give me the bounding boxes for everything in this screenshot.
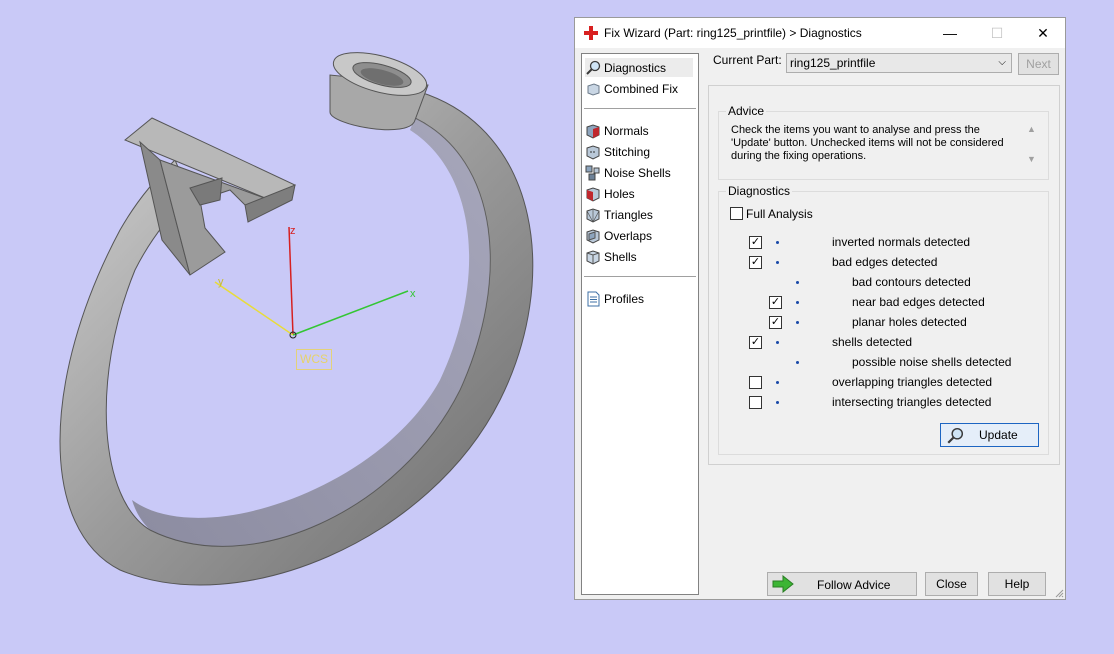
nav-item-combined-fix[interactable]: Combined Fix [585, 79, 693, 98]
follow-advice-label: Follow Advice [817, 578, 891, 592]
axis-y-label: y [218, 276, 224, 288]
advice-group: Advice Check the items you want to analy… [718, 104, 1049, 180]
scroll-down-icon[interactable]: ▼ [1025, 154, 1038, 164]
3d-viewport[interactable]: z y x WCS [0, 0, 570, 654]
nav-item-triangles[interactable]: Triangles [585, 205, 693, 224]
nav-label: Stitching [604, 144, 651, 159]
close-dialog-button[interactable]: Close [925, 572, 978, 596]
nav-label: Profiles [604, 291, 645, 306]
bullet-dot [776, 241, 779, 244]
diagnostic-label: near bad edges detected [852, 295, 985, 309]
bullet-dot [776, 341, 779, 344]
magnifier-icon [947, 427, 964, 444]
green-arrow-icon [772, 575, 794, 593]
window-title: Fix Wizard (Part: ring125_printfile) > D… [604, 26, 862, 40]
diagnostic-checkbox[interactable]: ✓ [769, 316, 782, 329]
nav-item-profiles[interactable]: Profiles [585, 289, 693, 308]
magnifier-icon [586, 60, 601, 75]
nav-label: Diagnostics [604, 60, 667, 75]
diagnostic-checkbox[interactable] [749, 376, 762, 389]
full-analysis-checkbox[interactable] [730, 207, 743, 220]
red-cross-icon [584, 26, 598, 40]
wcs-label: WCS [296, 349, 332, 370]
diagnostic-label: shells detected [832, 335, 913, 349]
wizard-nav-panel: Diagnostics Combined Fix Normals Stitchi… [581, 53, 699, 595]
stitching-icon [586, 144, 600, 160]
document-icon [587, 291, 600, 306]
nav-separator [584, 276, 696, 277]
resize-grip-icon[interactable] [1054, 588, 1064, 598]
shells-icon [586, 249, 600, 265]
diagnostics-group: Diagnostics Full Analysis ✓ inverted norm… [718, 184, 1049, 455]
diagnostic-label: bad edges detected [832, 255, 938, 269]
nav-item-overlaps[interactable]: Overlaps [585, 226, 693, 245]
diagnostic-label: bad contours detected [852, 275, 971, 289]
cube-icon [587, 82, 600, 96]
noise-shells-icon [585, 165, 600, 180]
diagnostic-checkbox[interactable]: ✓ [749, 256, 762, 269]
maximize-button-visible[interactable]: ☐ [974, 18, 1020, 48]
current-part-value: ring125_printfile [790, 56, 876, 70]
fix-wizard-dialog: Fix Wizard (Part: ring125_printfile) > D… [574, 17, 1066, 600]
bullet-dot [776, 401, 779, 404]
diagnostic-label: planar holes detected [852, 315, 967, 329]
update-button[interactable]: Update [940, 423, 1039, 447]
triangles-icon [586, 207, 600, 223]
overlaps-icon [586, 228, 600, 244]
nav-separator [584, 108, 696, 109]
current-part-label: Current Part: [713, 53, 782, 67]
nav-label: Combined Fix [604, 81, 679, 96]
nav-item-diagnostics[interactable]: Diagnostics [585, 58, 693, 77]
ring-model [59, 52, 534, 586]
nav-item-shells[interactable]: Shells [585, 247, 693, 266]
bullet-dot [796, 321, 799, 324]
minimize-button-visible[interactable]: — [927, 18, 973, 48]
axis-x-label: x [410, 288, 416, 300]
full-analysis-label: Full Analysis [746, 207, 813, 221]
nav-label: Normals [604, 123, 649, 138]
diagnostic-label: intersecting triangles detected [832, 395, 992, 409]
diagnostic-checkbox[interactable]: ✓ [769, 296, 782, 309]
update-label: Update [979, 428, 1018, 442]
nav-label: Triangles [604, 207, 653, 222]
bullet-dot [796, 301, 799, 304]
nav-item-stitching[interactable]: Stitching [585, 142, 693, 161]
diagnostic-label: overlapping triangles detected [832, 375, 993, 389]
bullet-dot [776, 381, 779, 384]
nav-item-normals[interactable]: Normals [585, 121, 693, 140]
scroll-up-icon[interactable]: ▲ [1025, 124, 1038, 134]
help-button[interactable]: Help [988, 572, 1046, 596]
next-button[interactable]: Next [1018, 53, 1059, 75]
diagnostic-checkbox[interactable]: ✓ [749, 336, 762, 349]
title-bar[interactable]: Fix Wizard (Part: ring125_printfile) > D… [575, 18, 1065, 48]
bullet-dot [776, 261, 779, 264]
axis-z-label: z [290, 225, 296, 237]
close-button[interactable]: ✕ [1020, 18, 1066, 48]
nav-label: Shells [604, 249, 637, 264]
bullet-dot [796, 281, 799, 284]
chevron-down-icon: ⌵ [998, 57, 1006, 68]
diagnostic-checkbox[interactable] [749, 396, 762, 409]
diagnostics-title: Diagnostics [726, 184, 793, 198]
nav-label: Noise Shells [604, 165, 671, 180]
diagnostic-label: inverted normals detected [832, 235, 971, 249]
advice-text: Check the items you want to analyse and … [731, 124, 1004, 162]
nav-item-noise-shells[interactable]: Noise Shells [585, 163, 693, 182]
wcs-axes [214, 226, 409, 339]
boss-cylinder [329, 52, 429, 131]
follow-advice-button[interactable]: Follow Advice [767, 572, 917, 596]
holes-icon [586, 186, 600, 202]
normals-icon [586, 123, 600, 139]
nav-label: Holes [604, 186, 635, 201]
bullet-dot [796, 361, 799, 364]
nav-item-holes[interactable]: Holes [585, 184, 693, 203]
advice-title: Advice [726, 104, 767, 118]
nav-label: Overlaps [604, 228, 653, 243]
advice-scrollbar[interactable]: ▲ ▼ [1025, 124, 1038, 170]
diagnostic-checkbox[interactable]: ✓ [749, 236, 762, 249]
current-part-dropdown[interactable]: ring125_printfile ⌵ [786, 53, 1012, 73]
diagnostic-label: possible noise shells detected [852, 355, 1012, 369]
